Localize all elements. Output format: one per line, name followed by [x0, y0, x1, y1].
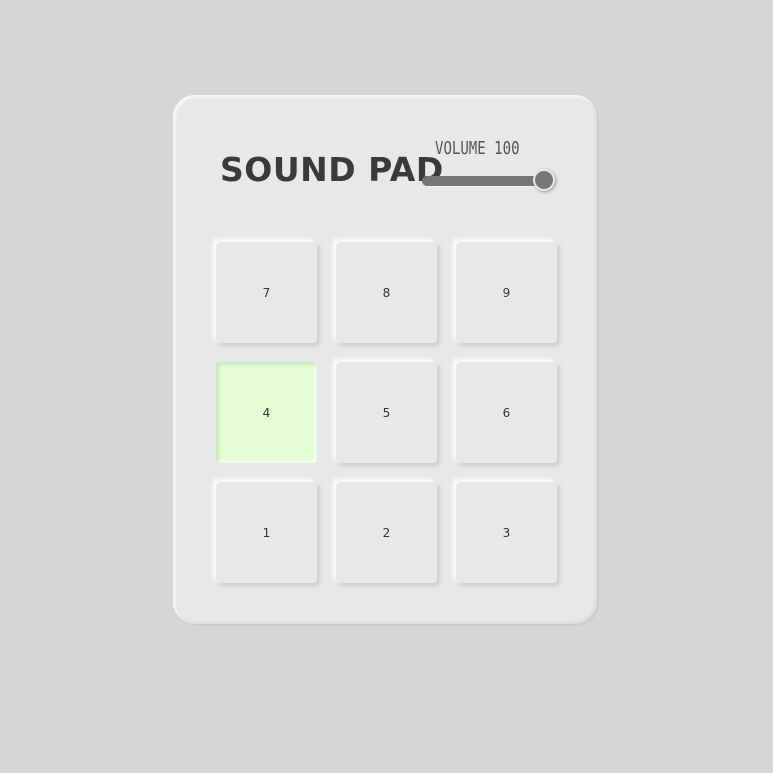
sound-pad-device: SOUND PAD VOLUME 100 7 8 9 4 5 6 1 2 3	[173, 95, 597, 624]
pad-button[interactable]: 8	[336, 242, 437, 343]
pad-button[interactable]: 3	[456, 482, 557, 583]
pad-label: 9	[502, 285, 511, 300]
app-title: SOUND PAD	[220, 150, 444, 189]
pad-button[interactable]: 5	[336, 362, 437, 463]
pad-label: 6	[502, 405, 511, 420]
pad-label: 1	[262, 525, 271, 540]
pad-button[interactable]: 9	[456, 242, 557, 343]
volume-label: VOLUME 100	[435, 138, 520, 159]
pad-button[interactable]: 7	[216, 242, 317, 343]
pad-button[interactable]: 2	[336, 482, 437, 583]
volume-slider-fill	[422, 176, 544, 186]
pad-button[interactable]: 4	[216, 362, 317, 463]
volume-slider[interactable]	[422, 176, 550, 186]
pad-label: 4	[262, 405, 271, 420]
pad-label: 5	[382, 405, 391, 420]
pad-label: 8	[382, 285, 391, 300]
pad-label: 7	[262, 285, 271, 300]
pad-button[interactable]: 6	[456, 362, 557, 463]
pad-button[interactable]: 1	[216, 482, 317, 583]
pad-label: 3	[502, 525, 511, 540]
volume-slider-thumb[interactable]	[533, 169, 555, 191]
pad-label: 2	[382, 525, 391, 540]
